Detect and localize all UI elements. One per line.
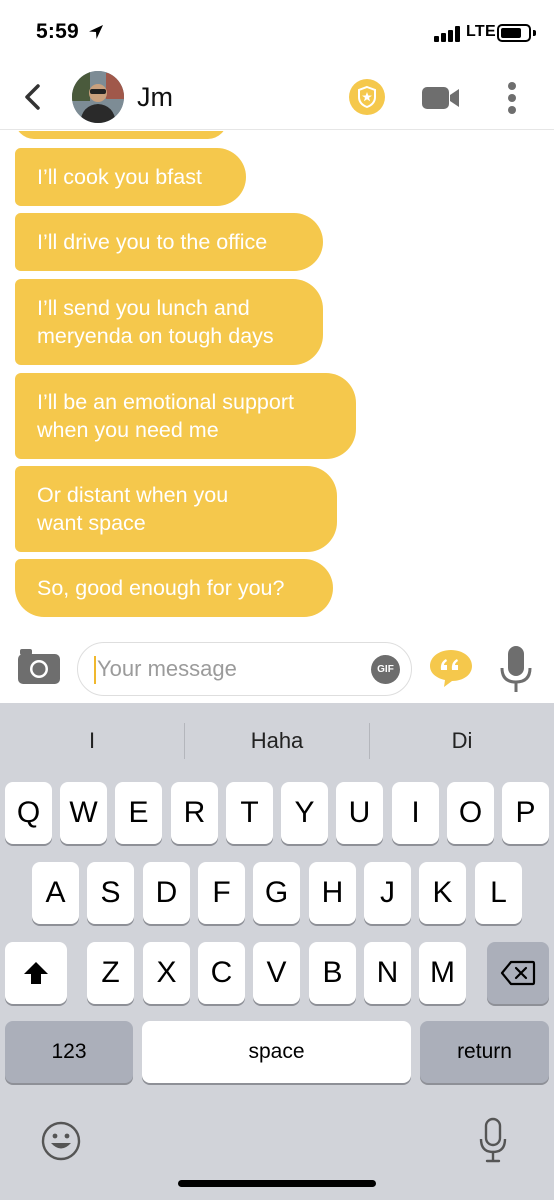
avatar[interactable]: [72, 71, 124, 123]
video-call-icon[interactable]: [421, 86, 461, 110]
key-u[interactable]: U: [336, 782, 383, 844]
key-b[interactable]: B: [309, 942, 356, 1004]
suggestion-item[interactable]: Di: [370, 721, 554, 761]
message-text-line: Or distant when you: [37, 483, 229, 507]
back-chevron-icon[interactable]: [18, 82, 48, 112]
suggestion-item[interactable]: Haha: [185, 721, 369, 761]
key-d[interactable]: D: [143, 862, 190, 924]
suggestion-item[interactable]: I: [0, 721, 184, 761]
key-l[interactable]: L: [475, 862, 522, 924]
key-s[interactable]: S: [87, 862, 134, 924]
network-type: LTE: [466, 23, 496, 40]
home-indicator[interactable]: [178, 1180, 376, 1187]
emoji-icon[interactable]: [40, 1120, 82, 1162]
key-q[interactable]: Q: [5, 782, 52, 844]
message-bubble[interactable]: I’ll cook you bfast: [15, 148, 246, 206]
return-key[interactable]: return: [420, 1021, 549, 1083]
key-x[interactable]: X: [143, 942, 190, 1004]
space-key[interactable]: space: [142, 1021, 411, 1083]
message-text: I’ll cook you bfast: [37, 165, 202, 189]
shift-key[interactable]: [5, 942, 67, 1004]
contact-name[interactable]: Jm: [137, 82, 173, 113]
camera-icon[interactable]: [16, 646, 62, 686]
numbers-key[interactable]: 123: [5, 1021, 133, 1083]
message-text: So, good enough for you?: [37, 576, 285, 600]
message-text: I’ll drive you to the office: [37, 230, 268, 254]
key-v[interactable]: V: [253, 942, 300, 1004]
message-text-line: I’ll be an emotional support: [37, 390, 294, 414]
signal-bars-icon: [434, 26, 462, 42]
suggestion-bar: I Haha Di: [0, 703, 554, 781]
key-g[interactable]: G: [253, 862, 300, 924]
status-bar: 5:59 LTE: [0, 0, 554, 64]
status-time: 5:59: [36, 20, 79, 43]
key-y[interactable]: Y: [281, 782, 328, 844]
location-arrow-icon: [89, 25, 103, 39]
message-input-placeholder: Your message: [97, 656, 237, 681]
key-o[interactable]: O: [447, 782, 494, 844]
key-w[interactable]: W: [60, 782, 107, 844]
key-a[interactable]: A: [32, 862, 79, 924]
backspace-key[interactable]: [487, 942, 549, 1004]
shift-icon: [24, 962, 48, 984]
message-list[interactable]: I’ll cook you bfast I’ll drive you to th…: [0, 131, 554, 626]
key-t[interactable]: T: [226, 782, 273, 844]
key-k[interactable]: K: [419, 862, 466, 924]
key-n[interactable]: N: [364, 942, 411, 1004]
key-m[interactable]: M: [419, 942, 466, 1004]
key-f[interactable]: F: [198, 862, 245, 924]
key-h[interactable]: H: [309, 862, 356, 924]
backspace-icon: [500, 960, 536, 986]
battery-icon: [497, 24, 531, 42]
message-text-line: I’ll send you lunch and: [37, 296, 250, 320]
message-bubble[interactable]: I’ll be an emotional support when you ne…: [15, 373, 356, 459]
message-bubble[interactable]: So, good enough for you?: [15, 559, 333, 617]
key-p[interactable]: P: [502, 782, 549, 844]
message-input[interactable]: Your message GIF: [77, 642, 412, 696]
key-i[interactable]: I: [392, 782, 439, 844]
keyboard: I Haha Di Q W E R T Y U I O P A S D F G …: [0, 703, 554, 1200]
message-composer: Your message GIF: [0, 632, 554, 702]
message-bubble[interactable]: I’ll send you lunch and meryenda on toug…: [15, 279, 323, 365]
text-caret: [94, 656, 96, 684]
gif-button[interactable]: GIF: [371, 655, 400, 684]
dictation-icon[interactable]: [478, 1117, 508, 1165]
key-j[interactable]: J: [364, 862, 411, 924]
message-bubble-partial: [15, 131, 227, 139]
message-text-line: meryenda on tough days: [37, 324, 274, 348]
key-c[interactable]: C: [198, 942, 245, 1004]
quote-icon[interactable]: [428, 648, 474, 688]
battery-cap: [533, 30, 536, 36]
message-text-line: when you need me: [37, 418, 219, 442]
key-e[interactable]: E: [115, 782, 162, 844]
key-z[interactable]: Z: [87, 942, 134, 1004]
message-text-line: want space: [37, 511, 146, 535]
message-bubble[interactable]: Or distant when you want space: [15, 466, 337, 552]
key-r[interactable]: R: [171, 782, 218, 844]
chat-header: Jm: [0, 64, 554, 130]
microphone-icon[interactable]: [498, 644, 534, 694]
more-options-icon[interactable]: [500, 78, 524, 118]
safety-shield-icon[interactable]: [349, 79, 385, 115]
message-bubble[interactable]: I’ll drive you to the office: [15, 213, 323, 271]
